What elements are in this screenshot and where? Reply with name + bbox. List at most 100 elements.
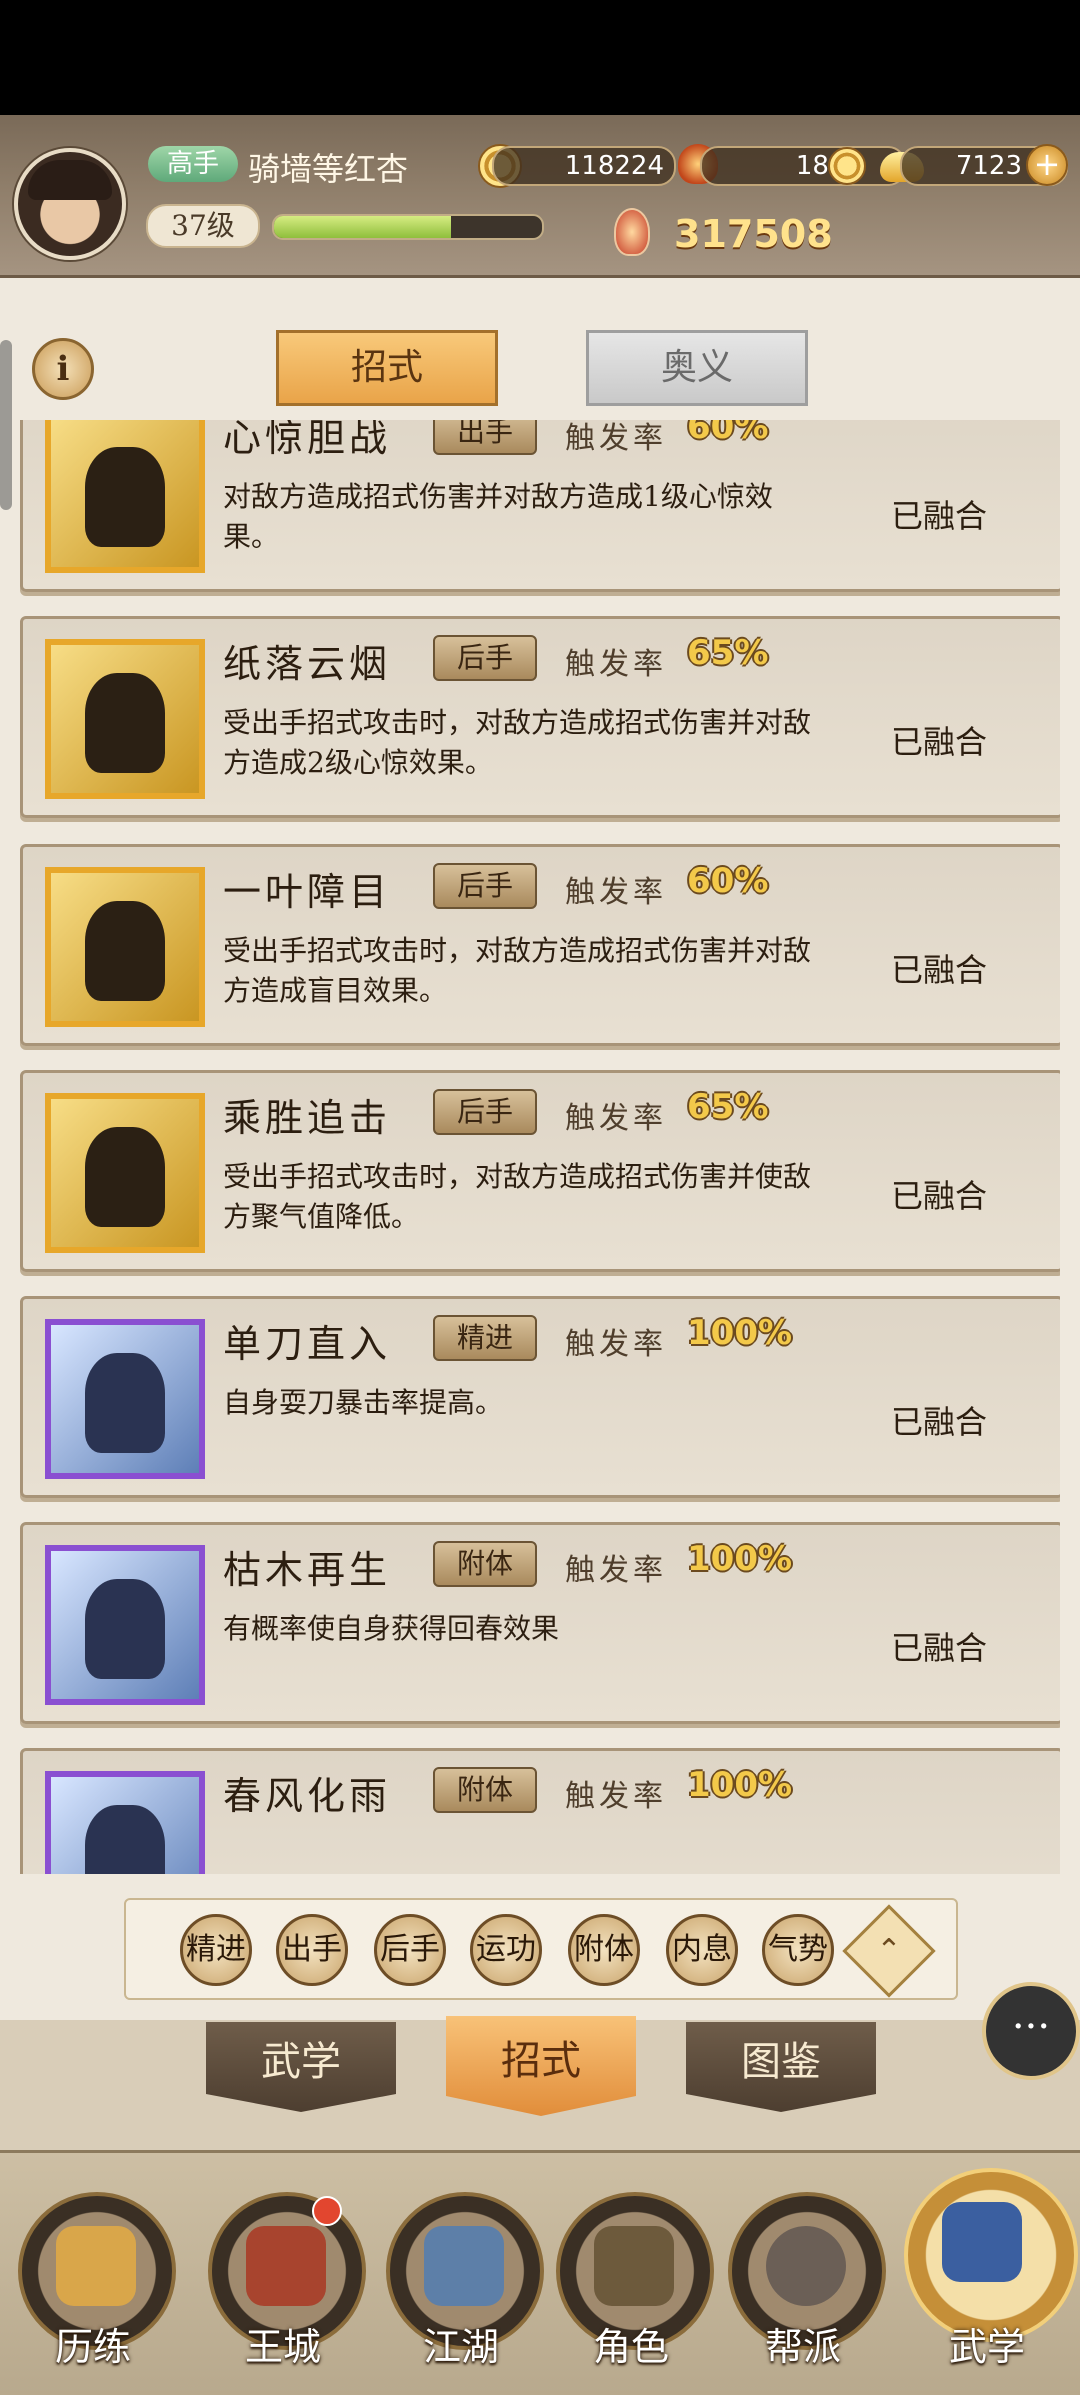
subtab-martial[interactable]: 武学 — [206, 2022, 396, 2112]
rank-badge: 高手 — [148, 146, 238, 182]
trigger-rate-value: 100% — [687, 1765, 793, 1805]
skill-title: 春风化雨 — [223, 1774, 392, 1818]
training-icon — [56, 2226, 136, 2306]
trigger-rate-value: 60% — [687, 420, 769, 447]
status-bar-area — [0, 0, 1080, 115]
filter-jingjin-button[interactable]: 精进 — [180, 1914, 252, 1986]
skill-description: 有概率使自身获得回春效果 — [223, 1612, 560, 1645]
subtab-atlas[interactable]: 图鉴 — [686, 2022, 876, 2112]
skill-card[interactable]: 单刀直入 精进 触发率 100% 自身耍刀暴击率提高。 已融合 — [20, 1296, 1060, 1498]
skill-art — [85, 1353, 165, 1453]
skill-card[interactable]: 春风化雨 附体 触发率 100% — [20, 1748, 1060, 1874]
skill-list[interactable]: 心惊胆战 出手 触发率 60% 对敌方造成招式伤害并对敌方造成1级心惊效果。 已… — [20, 420, 1060, 1874]
filter-houshou-button[interactable]: 后手 — [374, 1914, 446, 1986]
tab-secrets[interactable]: 奥义 — [586, 330, 808, 406]
filter-qishi-button[interactable]: 气势 — [762, 1914, 834, 1986]
level-badge: 37级 — [146, 204, 260, 248]
scrollbar[interactable] — [0, 340, 12, 510]
power-value: 317508 — [674, 212, 833, 256]
skill-type-tag: 附体 — [433, 1767, 537, 1813]
avatar-hair — [28, 160, 112, 200]
coin-counter: 118224 — [492, 146, 676, 186]
filter-chushou-button[interactable]: 出手 — [276, 1914, 348, 1986]
filter-yungong-button[interactable]: 运功 — [470, 1914, 542, 1986]
trigger-rate-label: 触发率 — [565, 1327, 667, 1362]
skill-title: 枯木再生 — [223, 1548, 392, 1592]
skill-icon — [45, 867, 205, 1027]
chat-button[interactable]: ··· — [982, 1982, 1080, 2080]
skill-title: 一叶障目 — [223, 870, 392, 914]
power-icon — [614, 208, 650, 256]
info-button[interactable]: i — [32, 338, 94, 400]
skill-description: 受出手招式攻击时，对敌方造成招式伤害并对敌方造成盲目效果。 — [223, 934, 812, 1007]
skill-type-tag: 精进 — [433, 1315, 537, 1361]
subtab-skills[interactable]: 招式 — [446, 2016, 636, 2116]
sword-icon — [424, 2226, 504, 2306]
palace-icon — [246, 2226, 326, 2306]
chevron-up-icon: ⌃ — [876, 1933, 902, 1968]
skill-description: 受出手招式攻击时，对敌方造成招式伤害并使敌方聚气值降低。 — [223, 1160, 812, 1233]
trigger-rate-value: 100% — [687, 1313, 793, 1353]
skill-art — [85, 1127, 165, 1227]
skill-icon — [45, 1093, 205, 1253]
scroll-icon — [942, 2202, 1022, 2282]
filter-futi-button[interactable]: 附体 — [568, 1914, 640, 1986]
fused-status: 已融合 — [891, 497, 988, 535]
trigger-rate-label: 触发率 — [565, 1779, 667, 1814]
xp-bar — [272, 214, 544, 240]
trigger-rate-value: 60% — [687, 861, 769, 901]
skill-type-tag: 出手 — [433, 420, 537, 455]
guild-emblem-icon — [766, 2226, 846, 2306]
skill-icon — [45, 1771, 205, 1874]
nav-label-training: 历练 — [54, 2325, 131, 2369]
skill-card[interactable]: 枯木再生 附体 触发率 100% 有概率使自身获得回春效果 已融合 — [20, 1522, 1060, 1724]
trigger-rate-value: 65% — [687, 633, 769, 673]
skill-icon — [45, 420, 205, 573]
skill-type-tag: 附体 — [433, 1541, 537, 1587]
fused-status: 已融合 — [891, 1403, 988, 1441]
nav-label-jianghu: 江湖 — [422, 2325, 499, 2369]
avatar[interactable] — [14, 148, 126, 260]
player-header — [0, 115, 1080, 278]
nav-label-martial: 武学 — [948, 2325, 1025, 2369]
xp-fill — [274, 216, 451, 238]
skill-description: 受出手招式攻击时，对敌方造成招式伤害并对敌方造成2级心惊效果。 — [223, 706, 812, 779]
skill-art — [85, 1805, 165, 1874]
skill-icon — [45, 639, 205, 799]
exchange-icon[interactable] — [828, 147, 866, 185]
skill-art — [85, 901, 165, 1001]
trigger-rate-value: 65% — [687, 1087, 769, 1127]
skill-card[interactable]: 纸落云烟 后手 触发率 65% 受出手招式攻击时，对敌方造成招式伤害并对敌方造成… — [20, 616, 1060, 818]
skill-art — [85, 1579, 165, 1679]
fused-status: 已融合 — [891, 951, 988, 989]
skill-title: 单刀直入 — [223, 1322, 392, 1366]
tab-skills[interactable]: 招式 — [276, 330, 498, 406]
trigger-rate-value: 100% — [687, 1539, 793, 1579]
skill-description: 自身耍刀暴击率提高。 — [223, 1386, 504, 1419]
character-icon — [594, 2226, 674, 2306]
skill-type-tag: 后手 — [433, 863, 537, 909]
flame-currency-counter: 1887 — [700, 146, 906, 186]
nav-label-royal-city: 王城 — [244, 2325, 321, 2369]
skill-card[interactable]: 一叶障目 后手 触发率 60% 受出手招式攻击时，对敌方造成招式伤害并对敌方造成… — [20, 844, 1060, 1046]
skill-title: 心惊胆战 — [223, 420, 392, 460]
nav-label-guild: 帮派 — [764, 2325, 841, 2369]
skill-title: 乘胜追击 — [223, 1096, 392, 1140]
trigger-rate-label: 触发率 — [565, 875, 667, 910]
skill-card[interactable]: 乘胜追击 后手 触发率 65% 受出手招式攻击时，对敌方造成招式伤害并使敌方聚气… — [20, 1070, 1060, 1272]
skill-card[interactable]: 心惊胆战 出手 触发率 60% 对敌方造成招式伤害并对敌方造成1级心惊效果。 已… — [20, 420, 1060, 592]
skill-description: 对敌方造成招式伤害并对敌方造成1级心惊效果。 — [223, 480, 773, 553]
trigger-rate-label: 触发率 — [565, 1553, 667, 1588]
skill-type-tag: 后手 — [433, 1089, 537, 1135]
skill-art — [85, 447, 165, 547]
skill-type-tag: 后手 — [433, 635, 537, 681]
add-currency-button[interactable]: + — [1026, 144, 1068, 186]
nav-label-character: 角色 — [592, 2325, 669, 2369]
notification-dot — [312, 2196, 342, 2226]
fused-status: 已融合 — [891, 723, 988, 761]
skill-art — [85, 673, 165, 773]
filter-neixi-button[interactable]: 内息 — [666, 1914, 738, 1986]
trigger-rate-label: 触发率 — [565, 421, 667, 456]
skill-title: 纸落云烟 — [223, 642, 392, 686]
trigger-rate-label: 触发率 — [565, 1101, 667, 1136]
